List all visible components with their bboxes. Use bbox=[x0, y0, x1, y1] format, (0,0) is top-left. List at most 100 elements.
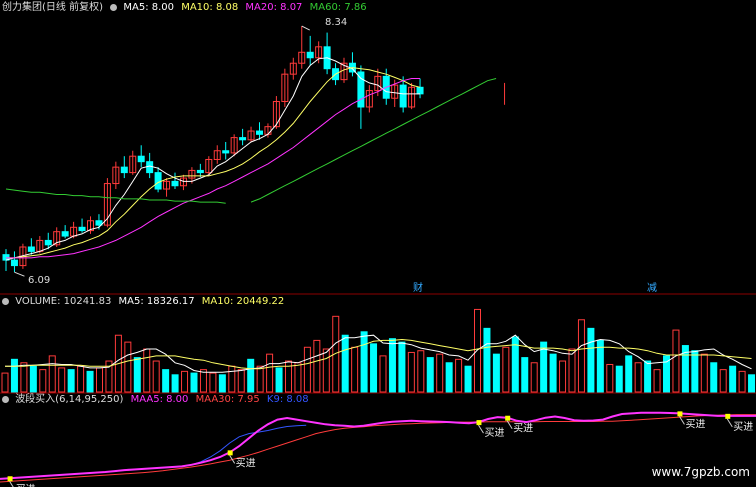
buy-signal-marker bbox=[677, 411, 683, 417]
candle-body bbox=[239, 137, 247, 141]
buy-signal-pointer bbox=[9, 480, 14, 487]
volume-bar bbox=[455, 358, 463, 393]
volume-bar bbox=[738, 370, 746, 393]
buy-signal-marker bbox=[725, 413, 731, 419]
volume-bar bbox=[719, 369, 727, 393]
volume-bar bbox=[464, 365, 472, 393]
volume-bar bbox=[67, 369, 75, 393]
volume-bar bbox=[388, 338, 396, 393]
volume-bar bbox=[559, 360, 567, 393]
event-marker-1[interactable]: 财 bbox=[413, 283, 423, 295]
volume-ma5-label: MA5: 18326.17 bbox=[118, 296, 195, 307]
volume-bar bbox=[634, 362, 642, 393]
volume-bar bbox=[653, 369, 661, 393]
panel-dividers bbox=[0, 293, 756, 394]
volume-bar bbox=[710, 362, 718, 393]
volume-bar bbox=[530, 362, 538, 393]
volume-bar bbox=[521, 357, 529, 393]
volume-bar bbox=[10, 358, 18, 393]
volume-bar bbox=[1, 372, 9, 393]
volume-bar bbox=[39, 369, 47, 393]
volume-bar bbox=[29, 365, 37, 393]
volume-settings-icon[interactable] bbox=[2, 297, 9, 305]
buy-signal-label: 买进 bbox=[733, 421, 753, 433]
wave-legend: 波段买入(6,14,95,250) MAA5: 8.00 MAA30: 7.95… bbox=[2, 394, 309, 406]
volume-bar bbox=[256, 365, 264, 393]
candle-body bbox=[137, 155, 145, 163]
candle-body bbox=[10, 259, 18, 267]
volume-bar bbox=[606, 363, 614, 393]
candle-body bbox=[44, 239, 52, 246]
volume-bar bbox=[379, 355, 387, 393]
ma5-label: MA5: 8.00 bbox=[123, 2, 175, 13]
volume-bar bbox=[474, 308, 481, 393]
volume-bar bbox=[124, 341, 132, 393]
volume-bar bbox=[398, 341, 406, 393]
volume-bar bbox=[691, 350, 699, 393]
volume-bar bbox=[417, 350, 425, 393]
buy-signal-label: 买进 bbox=[484, 427, 504, 439]
low-price-label: 6.09 bbox=[28, 275, 51, 286]
volume-bar bbox=[96, 367, 103, 393]
maa5-label: MAA5: 8.00 bbox=[130, 394, 189, 405]
candle-body bbox=[78, 226, 86, 232]
volume-bar bbox=[152, 360, 160, 393]
volume-bar bbox=[181, 370, 189, 393]
buy-signal-label: 买进 bbox=[16, 483, 36, 487]
candle-body bbox=[357, 71, 365, 108]
volume-bar bbox=[644, 360, 652, 393]
volume-bar bbox=[672, 329, 680, 393]
candle-body bbox=[146, 161, 154, 174]
volume-bar bbox=[568, 348, 576, 393]
candle-body bbox=[256, 130, 263, 135]
candle-body bbox=[306, 51, 314, 59]
price-title: 创力集团(日线 前复权) bbox=[2, 2, 103, 13]
volume-ma10-label: MA10: 20449.22 bbox=[201, 296, 285, 307]
volume-bar bbox=[48, 355, 56, 393]
volume-ma10-line bbox=[5, 338, 752, 370]
price-panel bbox=[2, 25, 506, 277]
volume-bar bbox=[294, 362, 302, 393]
volume-panel bbox=[1, 308, 756, 393]
buy-signal-marker bbox=[476, 420, 482, 426]
volume-bar bbox=[237, 369, 245, 393]
volume-bar bbox=[190, 372, 198, 393]
volume-bar bbox=[370, 343, 378, 393]
buy-signal-label: 买进 bbox=[236, 457, 256, 469]
candle-body bbox=[61, 231, 69, 237]
volume-bar bbox=[209, 372, 217, 393]
settings-icon[interactable] bbox=[110, 3, 118, 11]
volume-bar bbox=[218, 374, 226, 393]
volume-bar bbox=[133, 357, 141, 393]
maa5-line bbox=[0, 411, 756, 480]
candle-body bbox=[171, 180, 179, 187]
volume-bar bbox=[549, 353, 557, 393]
wave-settings-icon[interactable] bbox=[2, 395, 9, 403]
watermark: www.7gpzb.com bbox=[651, 465, 750, 479]
buy-signal-marker bbox=[7, 476, 13, 482]
low-pointer bbox=[14, 271, 25, 277]
candle-body bbox=[399, 84, 407, 108]
volume-bar bbox=[351, 346, 359, 393]
volume-bar bbox=[615, 365, 623, 393]
volume-bar bbox=[247, 358, 255, 393]
high-pointer bbox=[301, 25, 310, 31]
volume-bar bbox=[625, 355, 633, 393]
buy-signal-pointer bbox=[478, 424, 484, 434]
volume-bar bbox=[748, 374, 756, 393]
volume-bar bbox=[492, 353, 500, 393]
ma20-label: MA20: 8.07 bbox=[245, 2, 303, 13]
buy-signal-label: 买进 bbox=[685, 418, 705, 430]
event-marker-2[interactable]: 减 bbox=[647, 283, 657, 295]
volume-bar bbox=[77, 365, 85, 393]
volume-bar bbox=[341, 334, 349, 393]
volume-bar bbox=[445, 362, 453, 393]
volume-bar bbox=[20, 362, 28, 393]
volume-bar bbox=[587, 327, 595, 393]
k-label: K9: 8.08 bbox=[266, 394, 309, 405]
candle-body bbox=[222, 150, 230, 154]
chart-canvas: 买进买进买进买进买进买进买进 bbox=[0, 25, 756, 487]
volume-bar bbox=[407, 351, 415, 393]
volume-bar bbox=[426, 357, 434, 393]
candle-body bbox=[196, 169, 204, 174]
